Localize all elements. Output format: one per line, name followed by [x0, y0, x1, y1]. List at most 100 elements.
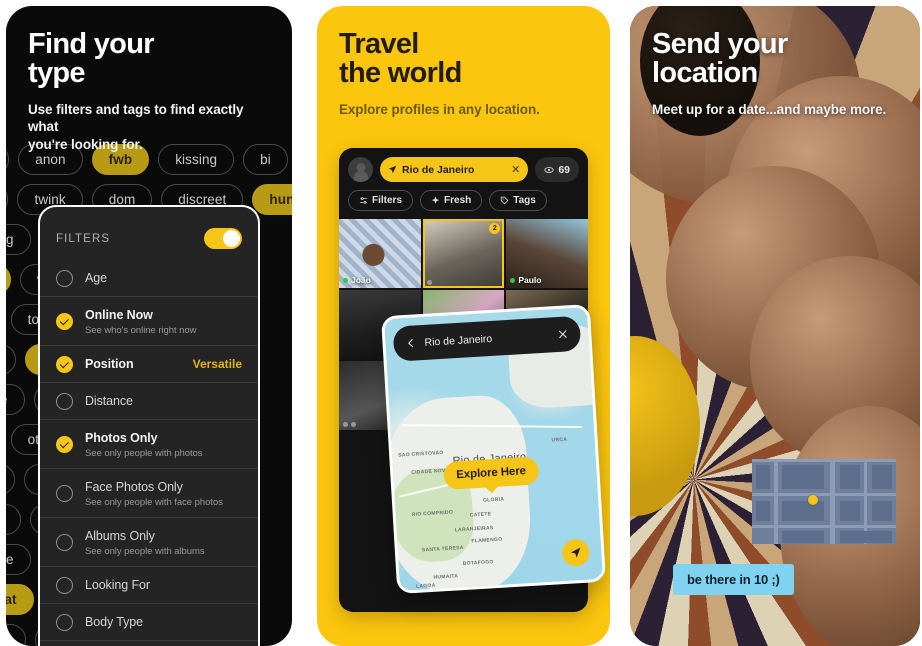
- filter-row[interactable]: Relationship Status: [40, 640, 258, 646]
- filter-title: Albums Only: [85, 529, 155, 543]
- close-icon[interactable]: [557, 328, 569, 340]
- filters-header: FILTERS: [40, 207, 258, 260]
- explore-here-button[interactable]: Explore Here: [442, 456, 540, 490]
- map-neighborhood-label: URCA: [551, 436, 568, 444]
- radio-icon[interactable]: [56, 269, 73, 287]
- filter-title: Looking For: [85, 578, 150, 592]
- panel-travel-the-world: Travel the world Explore profiles in any…: [317, 6, 610, 646]
- radio-icon[interactable]: [56, 533, 73, 551]
- tag-pill[interactable]: gerie: [6, 384, 25, 415]
- tag-pill[interactable]: ntacle: [6, 544, 31, 575]
- filter-desc: See only people with photos: [85, 448, 203, 459]
- panel-heading: Send your location Meet up for a date...…: [630, 6, 920, 118]
- filter-value: Versatile: [192, 357, 242, 371]
- filter-row[interactable]: Body Type: [40, 603, 258, 640]
- page-title: Send your location: [652, 28, 788, 89]
- viewers-count-pill[interactable]: 69: [535, 157, 579, 182]
- online-dot-icon: [510, 277, 516, 283]
- panel-find-your-type: on anon fwb kissing bi dtf c ns twink do…: [6, 6, 292, 646]
- shared-location-preview[interactable]: [752, 459, 896, 544]
- navigate-icon: [570, 547, 581, 558]
- filter-desc: See only people with albums: [85, 546, 205, 557]
- viewers-count: 69: [558, 163, 570, 176]
- tags-chip-label: Tags: [513, 195, 536, 206]
- radio-checked-icon[interactable]: [56, 435, 73, 453]
- filter-row[interactable]: Albums Only See only people with albums: [40, 517, 258, 566]
- filter-row[interactable]: Photos Only See only people with photos: [40, 419, 258, 468]
- profile-cell[interactable]: Paulo: [506, 219, 588, 288]
- filter-title: Age: [85, 271, 107, 285]
- fresh-chip[interactable]: Fresh: [420, 190, 483, 211]
- radio-icon[interactable]: [56, 484, 73, 502]
- profile-cell[interactable]: 2: [422, 219, 505, 288]
- location-value: Rio de Janeiro: [402, 163, 475, 176]
- chat-message-bubble: be there in 10 ;): [673, 564, 794, 595]
- eye-icon: [544, 166, 554, 173]
- location-arrow-icon: [388, 165, 397, 174]
- filter-title: Body Type: [85, 615, 143, 629]
- tag-pill[interactable]: ddling: [6, 224, 31, 255]
- radio-checked-icon[interactable]: [56, 355, 73, 373]
- tag-pill[interactable]: ng: [6, 264, 11, 295]
- profile-name: Paulo: [518, 275, 542, 285]
- filters-sheet: FILTERS Age Online Now See who's online …: [38, 205, 260, 646]
- tag-pill[interactable]: hung: [252, 184, 292, 215]
- app-store-screenshot-gallery: on anon fwb kissing bi dtf c ns twink do…: [0, 0, 922, 646]
- radio-icon[interactable]: [56, 576, 73, 594]
- filters-header-label: FILTERS: [56, 232, 111, 245]
- tag-icon: [501, 196, 509, 205]
- profile-cell[interactable]: João: [339, 219, 421, 288]
- tag-pill[interactable]: ns: [6, 184, 9, 215]
- page-subtitle: Meet up for a date...and maybe more.: [652, 102, 887, 117]
- sparkle-icon: [431, 196, 440, 204]
- map-neighborhood-label: LAGOA: [415, 582, 436, 590]
- radio-icon[interactable]: [56, 613, 73, 631]
- filter-desc: See who's online right now: [85, 325, 197, 336]
- app-topbar: Rio de Janeiro ✕ 69 Filters Fresh Tags: [339, 148, 588, 219]
- filters-chip[interactable]: Filters: [348, 190, 414, 211]
- album-count-badge: 2: [489, 223, 501, 234]
- page-title: Travel the world: [339, 28, 462, 89]
- filters-chip-label: Filters: [372, 195, 403, 206]
- filter-row[interactable]: Looking For: [40, 566, 258, 603]
- filter-row[interactable]: Face Photos Only See only people with fa…: [40, 468, 258, 517]
- filter-row[interactable]: Age: [40, 260, 258, 296]
- radio-icon[interactable]: [56, 392, 73, 410]
- filter-title: Face Photos Only: [85, 480, 183, 494]
- radio-checked-icon[interactable]: [56, 312, 73, 330]
- filters-list: Age Online Now See who's online right no…: [40, 260, 258, 646]
- page-subtitle: Use filters and tags to find exactly wha…: [28, 102, 244, 152]
- offline-dot-icon: [351, 422, 356, 427]
- chevron-left-icon[interactable]: [405, 337, 417, 349]
- tag-pill[interactable]: nds: [6, 344, 17, 375]
- panel-send-your-location: Send your location Meet up for a date...…: [630, 6, 920, 646]
- filter-title: Distance: [85, 394, 133, 408]
- location-filter-pill[interactable]: Rio de Janeiro ✕: [380, 157, 529, 182]
- profile-name: João: [351, 275, 371, 285]
- tag-pill[interactable]: olic: [6, 464, 15, 495]
- fresh-chip-label: Fresh: [444, 195, 472, 206]
- page-title: Find your type: [28, 28, 155, 89]
- tag-pill[interactable]: ober: [6, 504, 22, 535]
- panel-heading: Find your type Use filters and tags to f…: [6, 6, 292, 153]
- map-pin-icon: [808, 495, 818, 505]
- panel-heading: Travel the world Explore profiles in any…: [317, 6, 610, 118]
- filter-title: Online Now: [85, 308, 153, 322]
- filters-master-toggle[interactable]: [204, 228, 242, 249]
- close-icon[interactable]: ✕: [511, 163, 520, 176]
- avatar[interactable]: [348, 157, 373, 182]
- app-toprow: Rio de Janeiro ✕ 69: [348, 157, 579, 182]
- filter-title: Photos Only: [85, 431, 158, 445]
- tag-pill[interactable]: ccinat: [6, 584, 34, 615]
- tag-pill[interactable]: ssing: [6, 624, 27, 646]
- filter-row[interactable]: Distance: [40, 382, 258, 419]
- filter-row[interactable]: Position Versatile: [40, 345, 258, 382]
- sliders-icon: [360, 197, 367, 204]
- filter-row[interactable]: Online Now See who's online right now: [40, 296, 258, 345]
- filter-desc: See only people with face photos: [85, 497, 223, 508]
- page-subtitle: Explore profiles in any location.: [339, 102, 540, 117]
- map-card: SAO CRISTOVAO CIDADE NOVA LAPA GLORIA CA…: [380, 304, 607, 594]
- map-title: Rio de Janeiro: [424, 332, 493, 349]
- tags-chip[interactable]: Tags: [489, 190, 547, 211]
- filter-title: Position: [85, 357, 134, 371]
